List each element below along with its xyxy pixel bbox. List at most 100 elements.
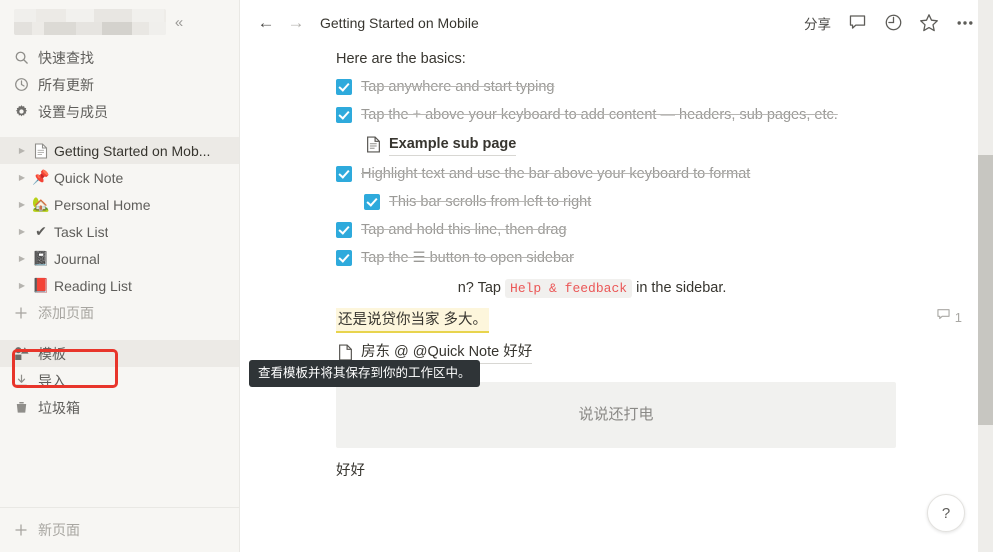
sidebar-pages-list: ▶ Getting Started on Mob... ▶ 📌 Quick No…: [0, 137, 239, 326]
tail-paragraph[interactable]: 好好: [336, 448, 896, 482]
notebook-emoji-icon: 📓: [32, 250, 50, 266]
chevron-right-icon[interactable]: ▶: [14, 254, 30, 263]
comment-count: 1: [954, 309, 962, 325]
sidebar-item-quick-find[interactable]: 快速查找: [0, 44, 239, 71]
sidebar-add-page-label: 添加页面: [38, 304, 94, 321]
book-emoji-icon: 📕: [32, 277, 50, 293]
workspace-header[interactable]: «: [0, 0, 239, 44]
templates-tooltip: 查看模板并将其保存到你的工作区中。: [249, 360, 480, 387]
sidebar-item-all-updates[interactable]: 所有更新: [0, 71, 239, 98]
sidebar-item-label: 设置与成员: [38, 103, 108, 120]
sidebar-quick-actions: 快速查找 所有更新 设置与成员: [0, 44, 239, 127]
gear-icon: [14, 104, 34, 119]
templates-icon: [14, 346, 34, 361]
clock-history-icon[interactable]: [883, 11, 903, 35]
sidebar-page-task-list[interactable]: ▶ ✔ Task List: [0, 218, 239, 245]
chevron-right-icon[interactable]: ▶: [14, 200, 30, 209]
sidebar-page-quick-note[interactable]: ▶ 📌 Quick Note: [0, 164, 239, 191]
sidebar-item-label: 垃圾箱: [38, 399, 80, 416]
share-button[interactable]: 分享: [804, 11, 831, 35]
todo-label: Highlight text and use the bar above you…: [361, 166, 751, 183]
sidebar-page-personal-home[interactable]: ▶ 🏡 Personal Home: [0, 191, 239, 218]
sidebar-page-label: Quick Note: [54, 169, 124, 186]
sidebar: « 快速查找 所有更新 设置与成员 ▶ Getting Started on M…: [0, 0, 240, 552]
sidebar-bottom-actions: 模板 导入 垃圾箱: [0, 340, 239, 421]
comment-count-badge[interactable]: 1: [936, 307, 962, 328]
sidebar-item-settings-members[interactable]: 设置与成员: [0, 98, 239, 125]
help-feedback-code[interactable]: Help & feedback: [505, 279, 633, 299]
todo-item[interactable]: Highlight text and use the bar above you…: [336, 160, 896, 188]
ellipsis-icon[interactable]: [955, 11, 975, 35]
todo-item[interactable]: Tap and hold this line, then drag: [336, 216, 896, 244]
sidebar-collapse-icon[interactable]: «: [166, 9, 192, 35]
chevron-right-icon[interactable]: ▶: [14, 281, 30, 290]
help-feedback-line[interactable]: Still have a question? Tap Help & feedba…: [336, 272, 896, 304]
comment-icon: [936, 307, 951, 328]
help-button[interactable]: ?: [927, 494, 965, 532]
workspace-title-blurred[interactable]: [14, 9, 166, 35]
breadcrumb[interactable]: Getting Started on Mobile: [320, 15, 479, 31]
sidebar-page-reading-list[interactable]: ▶ 📕 Reading List: [0, 272, 239, 299]
todo-label: Tap and hold this line, then drag: [361, 222, 567, 239]
page-icon: [336, 344, 354, 361]
sidebar-page-label: Task List: [54, 223, 109, 240]
sub-page-link[interactable]: Example sub page: [364, 129, 896, 160]
nav-arrows: ← →: [256, 13, 306, 33]
app-root: « 快速查找 所有更新 设置与成员 ▶ Getting Started on M…: [0, 0, 993, 552]
house-emoji-icon: 🏡: [32, 196, 50, 212]
todo-checkbox[interactable]: [336, 250, 352, 267]
todo-item[interactable]: This bar scrolls from left to right: [364, 188, 896, 216]
todo-item[interactable]: Tap the + above your keyboard to add con…: [336, 101, 896, 129]
todo-checkbox[interactable]: [336, 79, 352, 96]
page-icon: [364, 136, 382, 153]
sidebar-page-getting-started[interactable]: ▶ Getting Started on Mob...: [0, 137, 239, 164]
star-icon[interactable]: [919, 11, 939, 35]
arrow-left-icon[interactable]: ←: [256, 13, 276, 33]
help-line-prefix: n? Tap: [457, 280, 501, 297]
pin-emoji-icon: 📌: [32, 169, 50, 185]
sidebar-item-trash[interactable]: 垃圾箱: [0, 394, 239, 421]
todo-item[interactable]: Tap anywhere and start typing: [336, 73, 896, 101]
page-icon: [30, 142, 52, 159]
chevron-right-icon[interactable]: ▶: [14, 173, 30, 182]
search-icon: [14, 50, 34, 65]
topbar: ← → Getting Started on Mobile 分享: [240, 0, 993, 45]
todo-checkbox[interactable]: [336, 107, 352, 124]
sidebar-item-templates[interactable]: 模板: [0, 340, 239, 367]
gray-callout-text: 说说还打电: [578, 405, 654, 423]
topbar-actions: 分享: [804, 11, 975, 35]
sidebar-new-page-button[interactable]: 新页面: [0, 517, 239, 544]
gray-callout-block[interactable]: 说说还打电: [336, 382, 896, 449]
sidebar-footer: 新页面: [0, 507, 239, 552]
chevron-right-icon[interactable]: ▶: [14, 227, 30, 236]
todo-checkbox[interactable]: [364, 194, 380, 211]
plus-icon: [14, 306, 34, 320]
todo-item[interactable]: Tap the ☰ button to open sidebar: [336, 244, 896, 272]
todo-label: Tap the + above your keyboard to add con…: [361, 107, 838, 124]
sidebar-page-label: Getting Started on Mob...: [54, 142, 211, 159]
todo-checkbox[interactable]: [336, 222, 352, 239]
chevron-right-icon[interactable]: ▶: [14, 146, 30, 155]
highlighted-text[interactable]: 还是说贷你当家 多大。: [336, 308, 490, 334]
sidebar-item-label: 所有更新: [38, 76, 94, 93]
sidebar-item-import[interactable]: 导入: [0, 367, 239, 394]
vertical-scrollbar-thumb[interactable]: [978, 155, 993, 425]
clock-icon: [14, 77, 34, 92]
todo-checkbox[interactable]: [336, 166, 352, 183]
comment-icon[interactable]: [847, 11, 867, 35]
sidebar-page-label: Personal Home: [54, 196, 151, 213]
intro-paragraph[interactable]: Here are the basics:: [336, 45, 896, 73]
checkmark-emoji-icon: ✔: [35, 223, 47, 239]
sidebar-new-page-label: 新页面: [38, 522, 80, 538]
sidebar-add-page-button[interactable]: 添加页面: [0, 299, 239, 326]
sidebar-page-journal[interactable]: ▶ 📓 Journal: [0, 245, 239, 272]
main-panel: ← → Getting Started on Mobile 分享 Here ar…: [240, 0, 993, 552]
plus-icon: [14, 523, 34, 537]
help-line-suffix: in the sidebar.: [636, 280, 727, 297]
trash-icon: [14, 400, 34, 415]
todo-label: Tap the ☰ button to open sidebar: [361, 250, 574, 267]
highlighted-text-block[interactable]: 还是说贷你当家 多大。 1: [336, 304, 962, 337]
vertical-scrollbar-track[interactable]: [978, 0, 993, 552]
arrow-right-icon[interactable]: →: [286, 13, 306, 33]
sidebar-item-label: 导入: [38, 372, 66, 389]
